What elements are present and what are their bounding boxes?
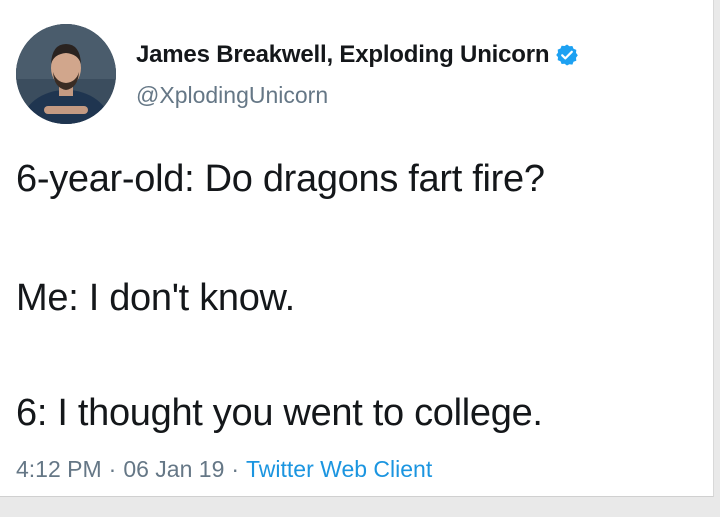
tweet-time[interactable]: 4:12 PM <box>16 456 102 482</box>
meta-separator: · <box>108 456 117 482</box>
handle[interactable]: @XplodingUnicorn <box>136 82 328 109</box>
display-name[interactable]: James Breakwell, Exploding Unicorn <box>136 41 550 69</box>
client-link[interactable]: Twitter Web Client <box>246 456 432 482</box>
meta-separator: · <box>231 456 240 482</box>
tweet-card: James Breakwell, Exploding Unicorn @Xplo… <box>0 0 714 497</box>
avatar-photo <box>16 24 116 124</box>
avatar[interactable] <box>16 24 116 124</box>
tweet-text-line: Me: I don't know. <box>16 277 295 319</box>
verified-badge-icon <box>555 43 579 67</box>
tweet-date[interactable]: 06 Jan 19 <box>123 456 224 482</box>
author-row: James Breakwell, Exploding Unicorn <box>136 37 579 73</box>
tweet-text-line: 6: I thought you went to college. <box>16 392 543 434</box>
tweet-text-line: 6-year-old: Do dragons fart fire? <box>16 158 545 200</box>
tweet-meta: 4:12 PM · 06 Jan 19 · Twitter Web Client <box>16 456 432 483</box>
